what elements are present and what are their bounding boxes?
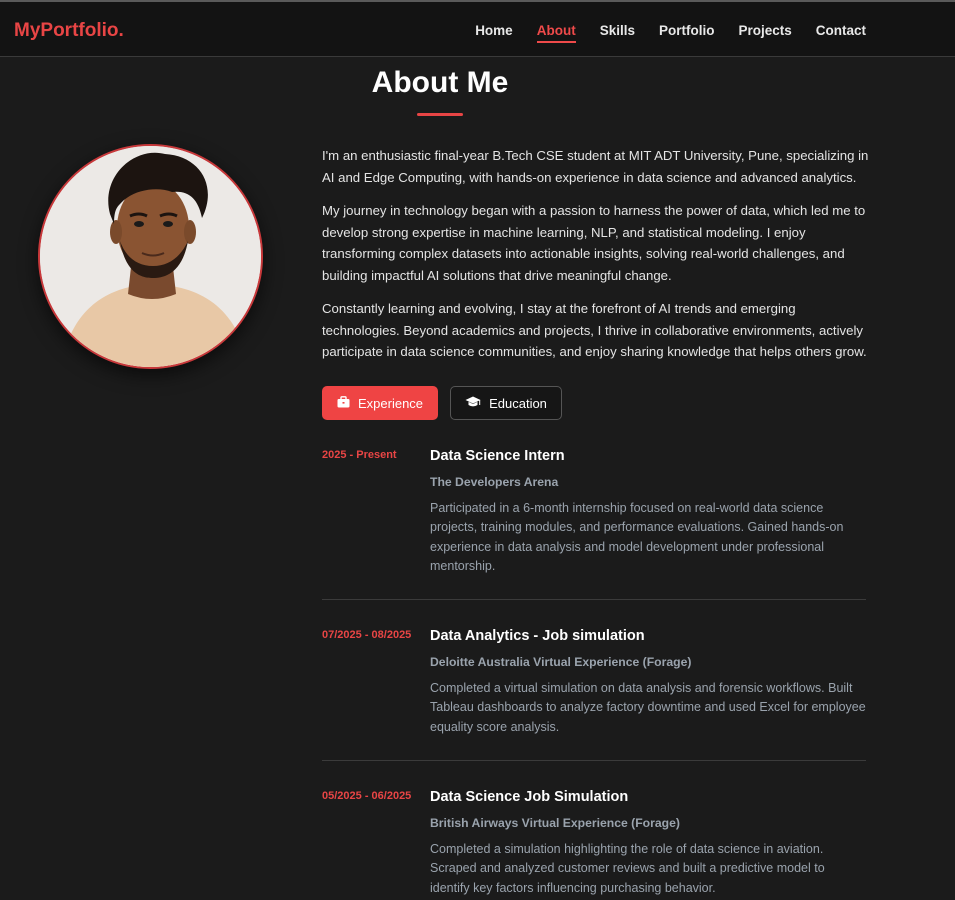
title-underline [417,113,463,116]
nav-skills-link[interactable]: Skills [600,23,635,42]
timeline-date: 05/2025 - 06/2025 [322,790,412,802]
profile-photo [38,144,263,369]
timeline-date: 07/2025 - 08/2025 [322,629,412,641]
intro-paragraph-2: My journey in technology began with a pa… [322,203,866,283]
navbar: MyPortfolio. Home About Skills Portfolio… [0,0,955,57]
nav-about-link[interactable]: About [536,23,576,43]
nav-home-link[interactable]: Home [475,23,513,42]
briefcase-icon [337,395,350,411]
intro-paragraph-1: I'm an enthusiastic final-year B.Tech CS… [322,148,869,185]
timeline-organization: British Airways Virtual Experience (Fora… [430,816,680,830]
timeline-title: Data Analytics - Job simulation [430,628,645,644]
experience-timeline: 2025 - Present Data Science Intern The D… [322,440,866,898]
about-intro: I'm an enthusiastic final-year B.Tech CS… [322,145,870,375]
timeline-divider [322,599,866,600]
profile-photo-illustration [40,146,261,367]
timeline-organization: Deloitte Australia Virtual Experience (F… [430,655,692,669]
education-tab-button[interactable]: Education [450,386,562,420]
timeline-item: 07/2025 - 08/2025 Data Analytics - Job s… [322,620,866,780]
logo[interactable]: MyPortfolio. [14,20,124,42]
about-tabs: Experience Education [322,386,562,420]
nav-portfolio-link[interactable]: Portfolio [659,23,715,42]
timeline-description: Participated in a 6-month internship foc… [430,501,844,573]
timeline-organization: The Developers Arena [430,475,559,489]
page-title: About Me [371,66,509,99]
graduation-cap-icon [465,396,481,411]
intro-paragraph-3: Constantly learning and evolving, I stay… [322,301,867,359]
timeline-description: Completed a virtual simulation on data a… [430,681,866,734]
timeline-item: 2025 - Present Data Science Intern The D… [322,440,866,599]
nav-contact-link[interactable]: Contact [816,23,866,42]
experience-tab-button[interactable]: Experience [322,386,438,420]
timeline-date: 2025 - Present [322,449,397,461]
nav-links: Home About Skills Portfolio Projects Con… [475,23,866,43]
timeline-title: Data Science Intern [430,448,565,464]
timeline-title: Data Science Job Simulation [430,789,629,805]
experience-tab-label: Experience [357,395,424,411]
timeline-description: Completed a simulation highlighting the … [430,842,825,895]
nav-projects-link[interactable]: Projects [738,23,791,42]
education-tab-label: Education [489,395,547,411]
timeline-item: 05/2025 - 06/2025 Data Science Job Simul… [322,781,866,898]
